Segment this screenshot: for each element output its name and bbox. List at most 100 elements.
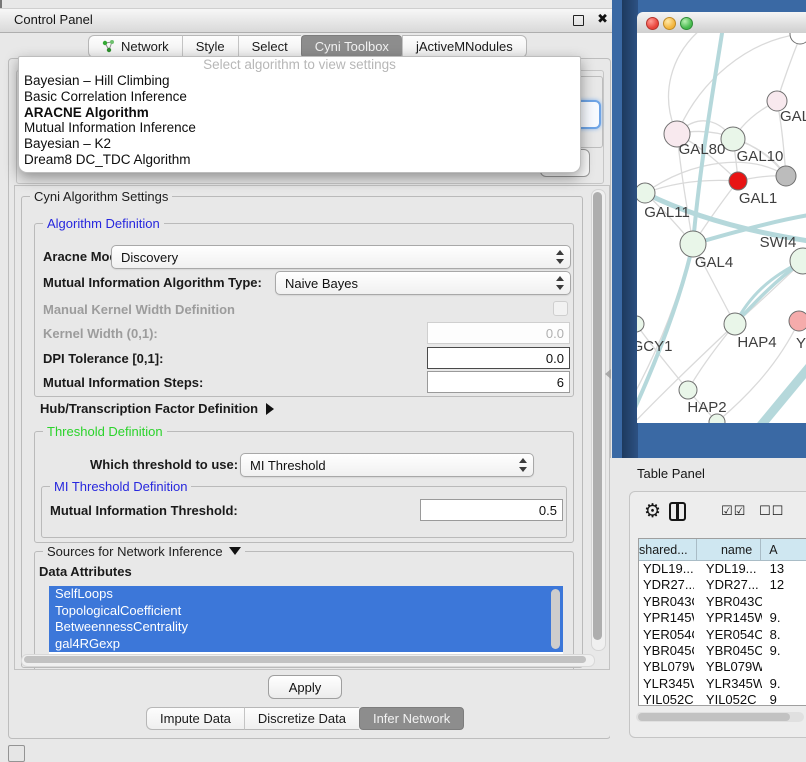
network-edge[interactable] bbox=[693, 33, 723, 244]
mi-threshold-field[interactable] bbox=[420, 499, 563, 521]
tab-cyni-toolbox[interactable]: Cyni Toolbox bbox=[301, 35, 402, 58]
algorithm-option[interactable]: ARACNE Algorithm bbox=[19, 105, 580, 121]
network-node-green[interactable] bbox=[637, 316, 644, 332]
node-label: SWI4 bbox=[760, 234, 797, 251]
dpi-tolerance-field[interactable] bbox=[427, 347, 570, 369]
network-edge[interactable] bbox=[645, 180, 738, 193]
table-row[interactable]: YER054CYER054C8. bbox=[639, 627, 806, 643]
columns-icon[interactable] bbox=[669, 502, 686, 521]
table-row[interactable]: YBL079WYBL079W bbox=[639, 659, 806, 675]
stepper-arrows-icon bbox=[555, 275, 563, 291]
manual-kernel-checkbox[interactable] bbox=[553, 301, 568, 316]
settings-vertical-scrollbar[interactable] bbox=[591, 189, 606, 651]
tab-select[interactable]: Select bbox=[238, 35, 301, 58]
table-panel-title: Table Panel bbox=[637, 466, 705, 481]
gear-icon[interactable]: ⚙ bbox=[644, 500, 661, 523]
table-row[interactable]: YLR345WYLR345W9. bbox=[639, 676, 806, 692]
column-header[interactable]: A bbox=[761, 539, 806, 561]
which-threshold-label: Which threshold to use: bbox=[90, 457, 238, 472]
deselect-all-checkboxes-icon[interactable]: ☐☐ bbox=[759, 503, 784, 519]
attribute-item[interactable]: BetweennessCentrality bbox=[49, 619, 563, 636]
zoom-traffic-light[interactable] bbox=[680, 17, 693, 30]
float-window-icon[interactable] bbox=[573, 15, 584, 26]
docked-panel-icon[interactable] bbox=[8, 745, 25, 762]
network-node-red[interactable] bbox=[729, 172, 747, 190]
algorithm-option[interactable]: Bayesian – Hill Climbing bbox=[19, 73, 580, 89]
algorithm-option[interactable]: Basic Correlation Inference bbox=[19, 89, 580, 105]
cyni-bottom-tabbar: Impute DataDiscretize DataInfer Network bbox=[146, 707, 464, 730]
table-row[interactable]: YBR043CYBR043C bbox=[639, 594, 806, 610]
column-header[interactable]: shared... bbox=[639, 539, 697, 561]
node-table[interactable]: shared...nameA YDL19...YDL19...13YDR27..… bbox=[638, 538, 806, 706]
settings-horizontal-scrollbar[interactable] bbox=[21, 654, 595, 667]
mi-type-combo[interactable]: Naive Bayes bbox=[275, 271, 571, 295]
scrollbar-thumb[interactable] bbox=[24, 656, 586, 663]
network-node-green[interactable] bbox=[724, 313, 746, 335]
threshold-definition-group: Threshold Definition Which threshold to … bbox=[34, 431, 574, 543]
network-node-white[interactable] bbox=[790, 33, 806, 44]
aracne-mode-combo[interactable]: Discovery bbox=[111, 245, 571, 269]
attribute-item[interactable]: gal4RGexp bbox=[49, 636, 563, 653]
split-pane-collapse-icon[interactable] bbox=[605, 369, 611, 379]
select-all-checkboxes-icon[interactable]: ☑☑ bbox=[721, 503, 746, 519]
tab-network[interactable]: Network bbox=[88, 35, 182, 58]
data-attributes-list[interactable]: SelfLoopsTopologicalCoefficientBetweenne… bbox=[49, 586, 563, 656]
algorithm-option[interactable]: Mutual Information Inference bbox=[19, 120, 580, 136]
minimize-traffic-light[interactable] bbox=[663, 17, 676, 30]
tab-impute-data[interactable]: Impute Data bbox=[146, 707, 244, 730]
network-edge[interactable] bbox=[688, 324, 735, 390]
network-canvas[interactable]: GAL80GAL10GAL1GALGAL11GAL4SWI4GCY1HAP4YH… bbox=[637, 33, 806, 423]
attribute-item[interactable]: SelfLoops bbox=[49, 586, 563, 603]
tab-jactivemnodules[interactable]: jActiveMNodules bbox=[402, 35, 527, 58]
table-panel: Table Panel ⚙ ☑☑ ☐☐ shared...nameA YDL19… bbox=[610, 458, 806, 762]
network-edge[interactable] bbox=[753, 365, 806, 423]
table-row[interactable]: YBR045CYBR045C9. bbox=[639, 643, 806, 659]
threshold-definition-title: Threshold Definition bbox=[43, 424, 167, 439]
algorithm-definition-title: Algorithm Definition bbox=[43, 216, 164, 231]
node-label: GAL10 bbox=[737, 148, 784, 165]
attribute-item[interactable]: TopologicalCoefficient bbox=[49, 603, 563, 620]
node-label: GAL1 bbox=[739, 190, 777, 207]
tab-discretize-data[interactable]: Discretize Data bbox=[244, 707, 359, 730]
algorithm-option[interactable]: Dream8 DC_TDC Algorithm bbox=[19, 152, 580, 168]
hub-definition-expander[interactable]: Hub/Transcription Factor Definition bbox=[40, 401, 274, 416]
which-threshold-combo[interactable]: MI Threshold bbox=[240, 453, 534, 477]
close-traffic-light[interactable] bbox=[646, 17, 659, 30]
tab-style[interactable]: Style bbox=[182, 35, 238, 58]
column-header[interactable]: name bbox=[697, 539, 762, 561]
scrollbar-thumb[interactable] bbox=[638, 713, 790, 721]
node-label: HAP4 bbox=[737, 334, 776, 351]
network-node-green[interactable] bbox=[679, 381, 697, 399]
algorithm-option[interactable]: Bayesian – K2 bbox=[19, 136, 580, 152]
apply-button[interactable]: Apply bbox=[268, 675, 342, 699]
network-edge[interactable] bbox=[637, 244, 693, 398]
cyni-settings-scrollpane: Cyni Algorithm Settings Algorithm Defini… bbox=[14, 185, 610, 670]
node-label: GAL11 bbox=[644, 204, 690, 221]
list-scrollbar-thumb[interactable] bbox=[551, 589, 560, 649]
table-horizontal-scrollbar[interactable] bbox=[636, 712, 804, 722]
mi-type-label: Mutual Information Algorithm Type: bbox=[43, 275, 262, 290]
network-node-gray[interactable] bbox=[776, 166, 796, 186]
kernel-width-field[interactable] bbox=[427, 322, 570, 344]
network-graph[interactable]: GAL80GAL10GAL1GALGAL11GAL4SWI4GCY1HAP4YH… bbox=[637, 33, 806, 423]
node-label: GAL4 bbox=[695, 254, 733, 271]
node-label: HAP2 bbox=[687, 399, 726, 416]
node-label: Y bbox=[796, 335, 806, 352]
tab-infer-network[interactable]: Infer Network bbox=[359, 707, 464, 730]
network-node-salmon[interactable] bbox=[789, 311, 806, 331]
network-window-titlebar[interactable] bbox=[637, 12, 806, 34]
close-icon[interactable]: ✖ bbox=[597, 11, 608, 27]
mi-steps-field[interactable] bbox=[427, 371, 570, 393]
network-edge[interactable] bbox=[645, 162, 786, 193]
node-label: GCY1 bbox=[637, 338, 672, 355]
control-panel-title: Control Panel bbox=[14, 12, 93, 27]
sources-group: Sources for Network Inference Data Attri… bbox=[34, 551, 574, 670]
collapse-down-icon bbox=[229, 547, 241, 555]
table-row[interactable]: YIL052CYIL052C9 bbox=[639, 692, 806, 706]
table-row[interactable]: YDR27...YDR27...12 bbox=[639, 577, 806, 593]
table-row[interactable]: YPR145WYPR145W9. bbox=[639, 610, 806, 626]
scrollbar-thumb[interactable] bbox=[593, 192, 602, 640]
network-node-green[interactable] bbox=[637, 183, 655, 203]
table-panel-box: ⚙ ☑☑ ☐☐ shared...nameA YDL19...YDL19...1… bbox=[629, 491, 806, 738]
table-row[interactable]: YDL19...YDL19...13 bbox=[639, 561, 806, 577]
